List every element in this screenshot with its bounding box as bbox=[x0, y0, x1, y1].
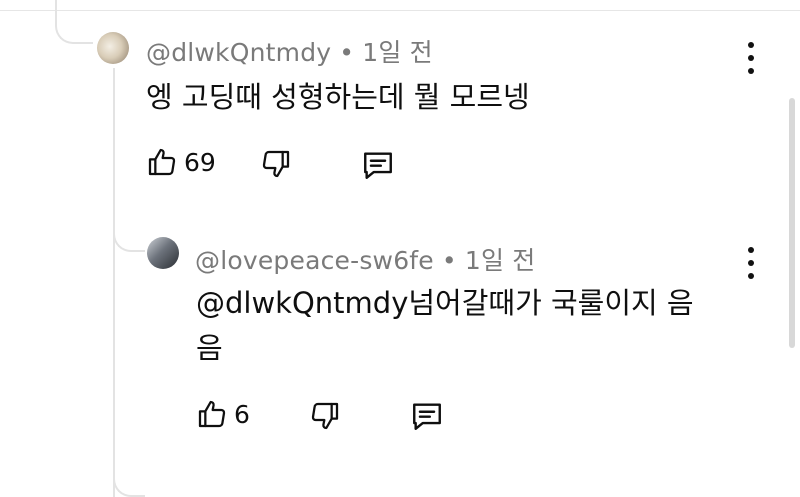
avatar[interactable] bbox=[97, 32, 129, 64]
reply-meta: @lovepeace-sw6fe • 1일 전 bbox=[195, 241, 536, 277]
reply-text-line-1: @dlwkQntmdy넘어갈때가 국룰이지 음 bbox=[196, 286, 694, 320]
comment-author[interactable]: @dlwkQntmdy bbox=[146, 38, 331, 67]
reply-connector bbox=[113, 210, 145, 252]
thumbs-up-icon bbox=[198, 400, 226, 428]
reply-time[interactable]: 1일 전 bbox=[465, 246, 536, 275]
like-count: 6 bbox=[234, 399, 250, 429]
divider bbox=[0, 10, 800, 11]
reply-connector bbox=[113, 455, 145, 497]
dislike-button[interactable] bbox=[260, 148, 292, 180]
reply-button[interactable] bbox=[361, 148, 395, 182]
reply-author[interactable]: @lovepeace-sw6fe bbox=[195, 246, 434, 275]
comment-meta: @dlwkQntmdy • 1일 전 bbox=[146, 33, 433, 69]
thread-line bbox=[113, 68, 115, 497]
more-vertical-icon[interactable] bbox=[741, 247, 761, 279]
thumbs-down-icon bbox=[262, 150, 290, 178]
dislike-button[interactable] bbox=[309, 400, 341, 432]
comment-text: 엥 고딩때 성형하는데 뭘 모르넹 bbox=[146, 80, 530, 114]
reply-text-line-2: 음 bbox=[196, 331, 223, 365]
like-button[interactable]: 69 bbox=[146, 146, 216, 178]
comment-icon bbox=[364, 152, 392, 179]
reply-button[interactable] bbox=[410, 399, 444, 433]
thumbs-up-icon bbox=[148, 148, 176, 176]
separator: • bbox=[441, 246, 457, 275]
comment-icon bbox=[413, 403, 441, 430]
thread-connector bbox=[55, 0, 93, 44]
thumbs-down-icon bbox=[311, 402, 339, 430]
scrollbar[interactable] bbox=[789, 98, 795, 348]
separator: • bbox=[339, 38, 355, 67]
like-count: 69 bbox=[184, 147, 216, 177]
avatar[interactable] bbox=[147, 237, 179, 269]
like-button[interactable]: 6 bbox=[196, 398, 250, 430]
comment-time[interactable]: 1일 전 bbox=[362, 38, 433, 67]
more-vertical-icon[interactable] bbox=[741, 42, 761, 74]
comment-thread: @dlwkQntmdy • 1일 전 엥 고딩때 성형하는데 뭘 모르넹 69 @l… bbox=[0, 0, 800, 497]
